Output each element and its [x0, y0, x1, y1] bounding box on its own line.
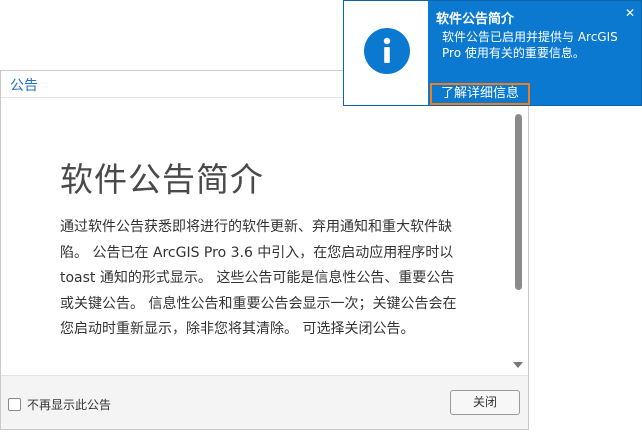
close-button[interactable]: 关闭 [450, 390, 520, 415]
dialog-footer: 不再显示此公告 关闭 [1, 375, 528, 429]
toast-notification: 软件公告简介 ✕ 软件公告已启用并提供与 ArcGIS Pro 使用有关的重要信… [343, 0, 642, 106]
vertical-scrollbar[interactable] [513, 114, 523, 376]
announcement-heading: 软件公告简介 [60, 160, 264, 199]
dont-show-again-option[interactable]: 不再显示此公告 [8, 396, 111, 413]
toast-title: 软件公告简介 [436, 12, 515, 27]
dont-show-again-label: 不再显示此公告 [27, 398, 112, 412]
announcement-body: 通过软件公告获悉即将进行的软件更新、弃用通知和重大软件缺陷。 公告已在 ArcG… [60, 219, 457, 337]
dont-show-again-checkbox[interactable] [8, 398, 21, 411]
close-icon[interactable]: ✕ [625, 6, 635, 20]
announcement-content: 软件公告简介 通过软件公告获悉即将进行的软件更新、弃用通知和重大软件缺陷。 公告… [1, 98, 513, 378]
info-icon [364, 28, 410, 74]
scrollbar-thumb[interactable] [515, 114, 522, 290]
learn-more-link[interactable]: 了解详细信息 [430, 83, 530, 105]
toast-message: 软件公告已启用并提供与 ArcGIS Pro 使用有关的重要信息。 [442, 30, 618, 60]
toast-icon-area [344, 1, 428, 105]
scroll-down-arrow-icon[interactable] [513, 362, 523, 368]
announcement-dialog: 公告 软件公告简介 通过软件公告获悉即将进行的软件更新、弃用通知和重大软件缺陷。… [0, 70, 529, 430]
dialog-title: 公告 [10, 78, 38, 94]
